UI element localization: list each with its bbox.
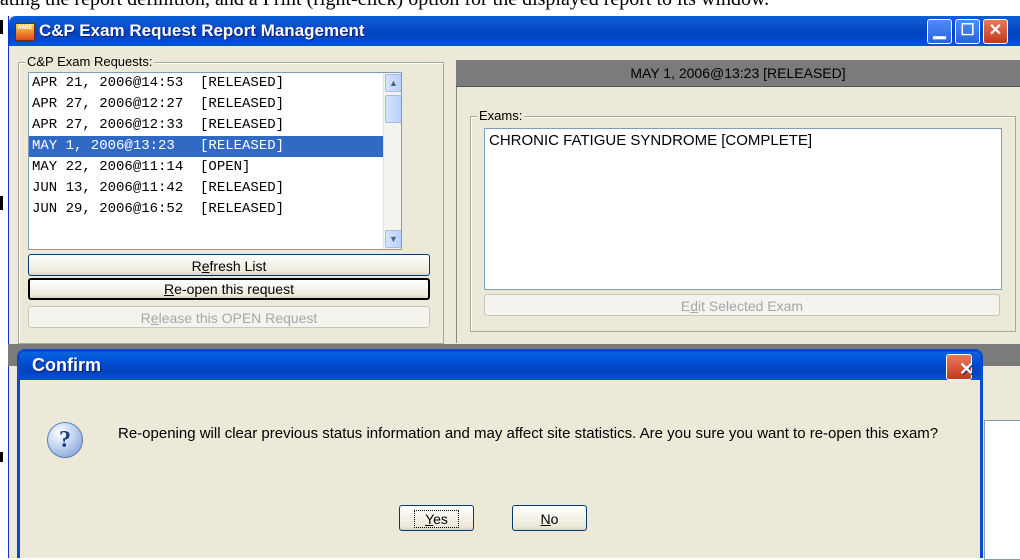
- mnemonic-char: e: [201, 258, 210, 274]
- exams-label: Exams:: [477, 108, 525, 123]
- mnemonic-char: R: [164, 281, 175, 297]
- release-request-button[interactable]: Release this OPEN Request: [28, 306, 430, 328]
- button-label: E: [680, 298, 691, 314]
- dialog-close-button[interactable]: ✕: [946, 354, 975, 380]
- button-label: o: [550, 511, 559, 527]
- yes-button[interactable]: Yes: [399, 505, 474, 531]
- button-label: lease this OPEN Request: [158, 310, 318, 326]
- list-item[interactable]: JUN 29, 2006@16:52 [RELEASED]: [29, 199, 401, 220]
- scroll-up-button[interactable]: ▲: [385, 74, 401, 92]
- minimize-icon: ▁: [933, 22, 946, 39]
- exams-list[interactable]: CHRONIC FATIGUE SYNDROME [COMPLETE]: [484, 128, 1002, 290]
- button-label: it Selected Exam: [698, 298, 804, 314]
- list-item[interactable]: MAY 1, 2006@13:23 [RELEASED]: [29, 136, 401, 157]
- list-item[interactable]: APR 27, 2006@12:27 [RELEASED]: [29, 94, 401, 115]
- no-button[interactable]: No: [512, 505, 587, 531]
- mnemonic-char: d: [690, 298, 699, 314]
- mnemonic-char: N: [540, 511, 551, 527]
- selected-request-header: MAY 1, 2006@13:23 [RELEASED]: [456, 60, 1020, 87]
- button-label: e-open this request: [174, 281, 294, 297]
- background-text-field: [984, 420, 1020, 560]
- close-icon: ✕: [959, 359, 975, 379]
- mnemonic-char: Y: [425, 511, 434, 527]
- list-item[interactable]: JUN 13, 2006@11:42 [RELEASED]: [29, 178, 401, 199]
- list-rows: APR 21, 2006@14:53 [RELEASED] APR 27, 200…: [29, 73, 401, 220]
- document-margin-mark: [0, 20, 3, 34]
- window-title: C&P Exam Request Report Management: [39, 21, 365, 40]
- edit-exam-button[interactable]: Edit Selected Exam: [484, 294, 1000, 316]
- button-label: fresh List: [209, 258, 267, 274]
- exam-requests-list[interactable]: APR 21, 2006@14:53 [RELEASED] APR 27, 200…: [28, 72, 402, 250]
- button-label: es: [433, 511, 448, 527]
- dialog-message: Re-opening will clear previous status in…: [118, 425, 939, 442]
- reopen-request-button[interactable]: Re-open this request: [28, 278, 430, 300]
- window-titlebar[interactable]: AMIE C&P Exam Request Report Management …: [9, 16, 1020, 46]
- dialog-title: Confirm: [32, 355, 101, 375]
- button-label: R: [191, 258, 202, 274]
- close-icon: ✕: [988, 22, 1003, 39]
- list-item[interactable]: APR 27, 2006@12:33 [RELEASED]: [29, 115, 401, 136]
- scroll-down-button[interactable]: ▼: [385, 230, 401, 248]
- close-button[interactable]: ✕: [983, 19, 1008, 44]
- document-margin-mark: [0, 452, 3, 462]
- question-icon: ?: [47, 422, 83, 458]
- maximize-button[interactable]: ☐: [955, 19, 980, 44]
- scroll-thumb[interactable]: [385, 95, 401, 123]
- list-item[interactable]: APR 21, 2006@14:53 [RELEASED]: [29, 73, 401, 94]
- focus-rect: Yes: [414, 510, 459, 528]
- refresh-list-button[interactable]: Refresh List: [28, 254, 430, 276]
- maximize-icon: ☐: [960, 22, 975, 39]
- list-scrollbar[interactable]: ▲ ▼: [383, 73, 401, 249]
- chevron-up-icon: ▲: [389, 78, 398, 88]
- background-document-text: ating the report definition, and a Print…: [0, 0, 769, 11]
- mnemonic-char: e: [150, 310, 159, 326]
- app-icon: AMIE: [15, 23, 35, 41]
- confirm-dialog: Confirm ✕ ? Re-opening will clear previo…: [17, 349, 983, 558]
- chevron-down-icon: ▼: [389, 234, 398, 244]
- button-label: R: [140, 310, 151, 326]
- minimize-button[interactable]: ▁: [927, 19, 952, 44]
- dialog-titlebar[interactable]: Confirm ✕: [20, 352, 980, 380]
- document-margin-mark: [0, 196, 3, 210]
- list-item[interactable]: MAY 22, 2006@11:14 [OPEN]: [29, 157, 401, 178]
- exam-requests-label: C&P Exam Requests:: [25, 54, 155, 69]
- list-item[interactable]: CHRONIC FATIGUE SYNDROME [COMPLETE]: [485, 129, 1001, 152]
